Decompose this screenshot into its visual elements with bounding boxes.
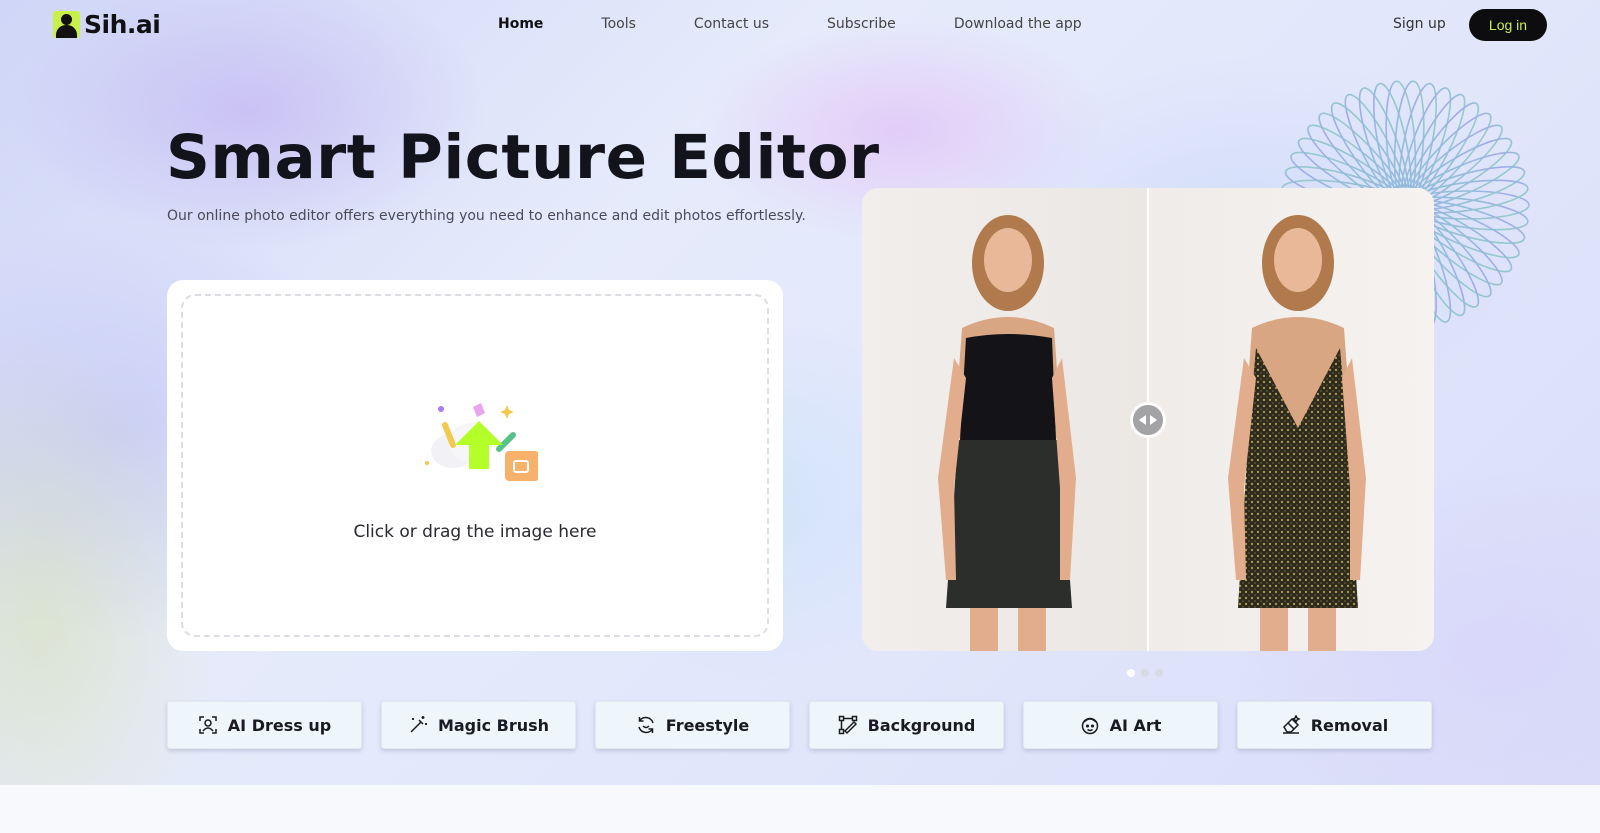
upload-instruction: Click or drag the image here bbox=[353, 522, 597, 542]
carousel-dot[interactable] bbox=[1155, 669, 1163, 677]
before-image bbox=[862, 188, 1147, 651]
nav-contact[interactable]: Contact us bbox=[694, 16, 769, 32]
tool-buttons: AI Dress up Magic Brush Freestyle Backgr… bbox=[167, 701, 1432, 749]
person-scan-icon bbox=[199, 716, 217, 734]
before-after-compare[interactable] bbox=[862, 188, 1434, 651]
carousel-dots bbox=[1127, 669, 1169, 677]
upload-dropzone[interactable]: Click or drag the image here bbox=[181, 294, 769, 637]
sign-up-link[interactable]: Sign up bbox=[1393, 16, 1446, 32]
upload-icon bbox=[425, 403, 538, 481]
page-bottom bbox=[0, 785, 1600, 833]
magic-brush-button[interactable]: Magic Brush bbox=[381, 701, 576, 749]
crop-pen-icon bbox=[838, 715, 857, 735]
tool-label: AI Dress up bbox=[227, 715, 332, 735]
page-subtitle: Our online photo editor offers everythin… bbox=[167, 208, 806, 224]
upload-card: Click or drag the image here bbox=[167, 280, 783, 651]
refresh-face-icon bbox=[638, 716, 654, 734]
nav-tools[interactable]: Tools bbox=[601, 16, 636, 32]
carousel-dot[interactable] bbox=[1141, 669, 1149, 677]
top-nav: Sih.ai Home Tools Contact us Subscribe D… bbox=[0, 0, 1600, 50]
face-art-icon bbox=[1081, 717, 1098, 735]
brand-name: Sih.ai bbox=[84, 10, 161, 39]
nav-download-app[interactable]: Download the app bbox=[954, 16, 1082, 32]
nav-home[interactable]: Home bbox=[498, 16, 543, 32]
nav-subscribe[interactable]: Subscribe bbox=[827, 16, 896, 32]
tool-label: AI Art bbox=[1109, 715, 1162, 735]
after-image bbox=[1148, 188, 1434, 651]
logo-icon bbox=[53, 11, 80, 38]
carousel-dot[interactable] bbox=[1127, 669, 1135, 677]
freestyle-button[interactable]: Freestyle bbox=[595, 701, 790, 749]
tool-label: Removal bbox=[1310, 715, 1389, 735]
ai-dress-up-button[interactable]: AI Dress up bbox=[167, 701, 362, 749]
nav-links: Home Tools Contact us Subscribe Download… bbox=[498, 16, 1140, 32]
magic-wand-icon bbox=[410, 716, 427, 733]
tool-label: Freestyle bbox=[665, 715, 750, 735]
brand-logo[interactable]: Sih.ai bbox=[53, 10, 161, 39]
log-in-button[interactable]: Log in bbox=[1469, 9, 1547, 41]
background-button[interactable]: Background bbox=[809, 701, 1004, 749]
compare-slider-handle[interactable] bbox=[1130, 402, 1166, 438]
tool-label: Magic Brush bbox=[437, 715, 550, 735]
eraser-icon bbox=[1282, 715, 1301, 734]
page-title: Smart Picture Editor bbox=[166, 122, 880, 193]
tool-label: Background bbox=[867, 715, 976, 735]
removal-button[interactable]: Removal bbox=[1237, 701, 1432, 749]
left-right-arrows-icon bbox=[1139, 415, 1157, 425]
ai-art-button[interactable]: AI Art bbox=[1023, 701, 1218, 749]
